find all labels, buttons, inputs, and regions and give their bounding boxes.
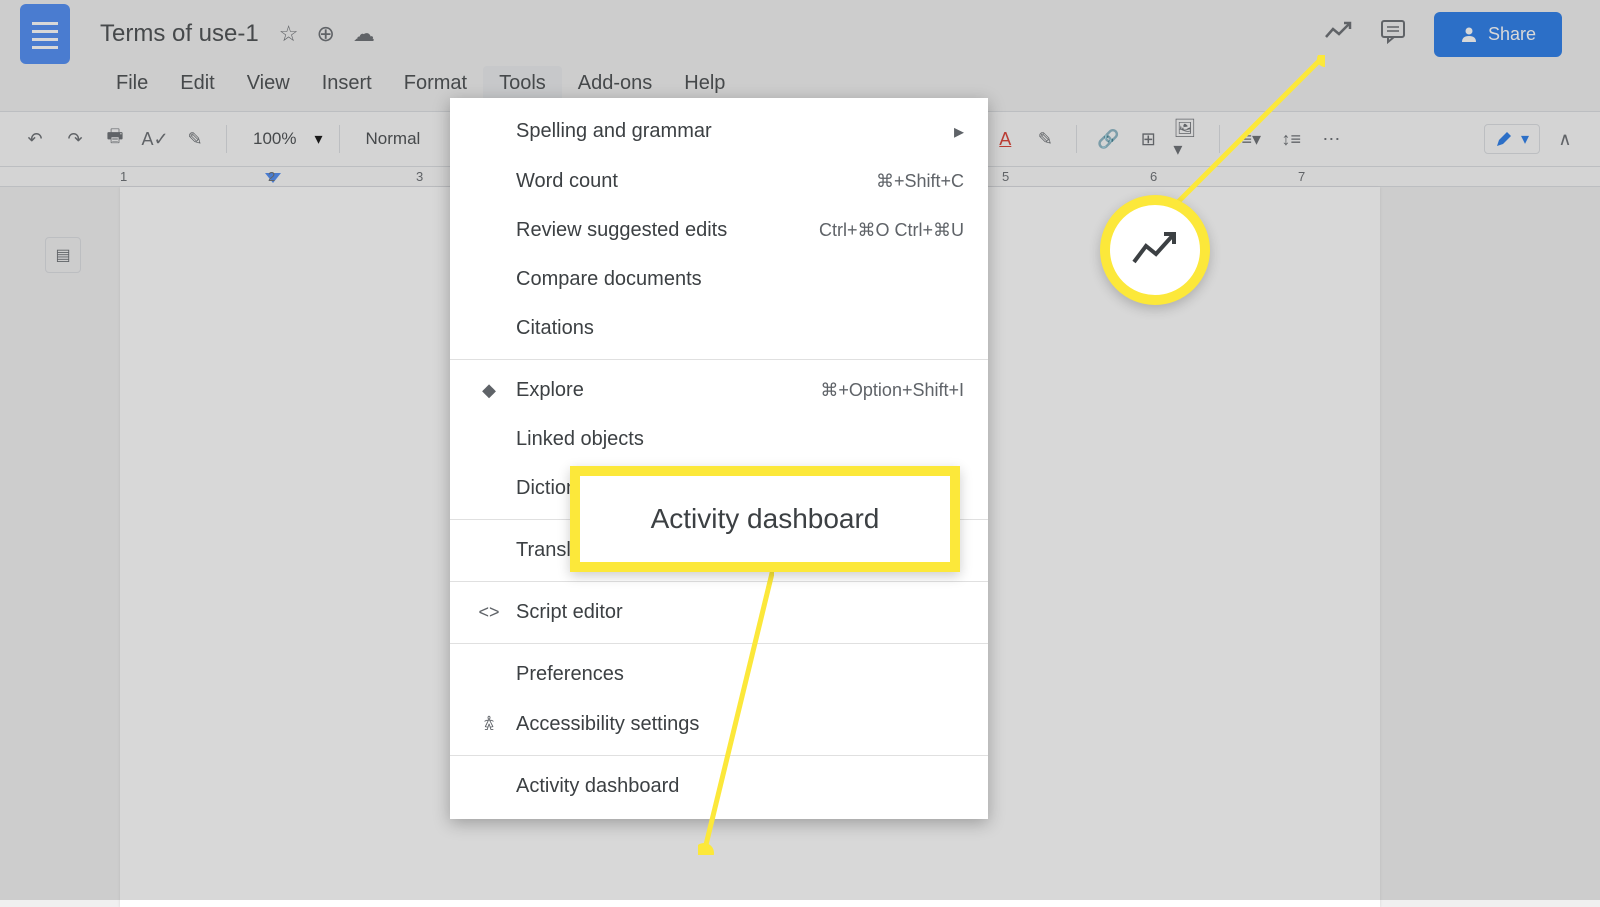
insert-image-button[interactable]: 🖼▾ (1173, 124, 1203, 154)
tools-preferences[interactable]: Preferences (450, 650, 988, 699)
menu-insert[interactable]: Insert (306, 66, 388, 101)
insert-link-button[interactable]: 🔗 (1093, 124, 1123, 154)
activity-dashboard-icon[interactable] (1324, 20, 1352, 48)
callout-box: Activity dashboard (570, 466, 960, 572)
line-spacing-button[interactable]: ↕≡ (1276, 124, 1306, 154)
tools-linked-objects[interactable]: Linked objects (450, 415, 988, 464)
trending-up-icon (1130, 225, 1180, 275)
ruler-tick: 3 (416, 169, 423, 184)
share-label: Share (1488, 24, 1536, 45)
docs-logo-icon[interactable] (20, 4, 70, 64)
chevron-right-icon: ▸ (954, 119, 964, 144)
accessibility-icon: 𖠋 (474, 712, 504, 736)
text-color-button[interactable]: A (990, 124, 1020, 154)
editing-mode-button[interactable]: ▾ (1484, 124, 1540, 154)
tools-spelling[interactable]: Spelling and grammar▸ (450, 106, 988, 157)
star-icon[interactable]: ☆ (279, 21, 299, 47)
menu-addons[interactable]: Add-ons (562, 66, 669, 101)
ruler-tick: 7 (1298, 169, 1305, 184)
share-button[interactable]: Share (1434, 12, 1562, 57)
menu-view[interactable]: View (231, 66, 306, 101)
align-button[interactable]: ≡▾ (1236, 124, 1266, 154)
ruler-tick: 2 (268, 169, 275, 184)
add-comment-button[interactable]: ⊞ (1133, 124, 1163, 154)
tools-accessibility[interactable]: 𖠋Accessibility settings (450, 699, 988, 749)
menu-edit[interactable]: Edit (164, 66, 230, 101)
explore-icon: ◆ (474, 380, 504, 401)
tools-review-suggested[interactable]: Review suggested editsCtrl+⌘O Ctrl+⌘U (450, 206, 988, 255)
move-folder-icon[interactable]: ⊕ (316, 21, 334, 47)
tools-activity-dashboard[interactable]: Activity dashboard (450, 762, 988, 811)
callout-label: Activity dashboard (651, 503, 880, 535)
zoom-select[interactable]: 100%▾ (243, 129, 323, 149)
script-icon: <> (474, 602, 504, 623)
menu-tools[interactable]: Tools (483, 66, 562, 101)
menu-format[interactable]: Format (388, 66, 483, 101)
undo-button[interactable]: ↶ (20, 124, 50, 154)
ruler-tick: 1 (120, 169, 127, 184)
paragraph-style-select[interactable]: Normal (356, 129, 431, 149)
print-button[interactable]: 🖶 (100, 124, 130, 154)
tools-script-editor[interactable]: <>Script editor (450, 588, 988, 637)
highlight-color-button[interactable]: ✎ (1030, 124, 1060, 154)
callout-circle (1100, 195, 1210, 305)
outline-toggle-button[interactable]: ▤ (45, 237, 81, 273)
menu-file[interactable]: File (100, 66, 164, 101)
tools-compare[interactable]: Compare documents (450, 255, 988, 304)
paint-format-button[interactable]: ✎ (180, 124, 210, 154)
tools-explore[interactable]: ◆Explore⌘+Option+Shift+I (450, 366, 988, 415)
cloud-status-icon[interactable]: ☁ (353, 21, 375, 47)
title-bar: Terms of use-1 ☆ ⊕ ☁ Share (0, 0, 1600, 60)
tools-citations[interactable]: Citations (450, 304, 988, 353)
spellcheck-button[interactable]: A✓ (140, 124, 170, 154)
comments-icon[interactable] (1380, 18, 1406, 51)
person-icon (1460, 25, 1478, 43)
pencil-icon (1495, 130, 1513, 148)
more-button[interactable]: ⋯ (1316, 124, 1346, 154)
redo-button[interactable]: ↷ (60, 124, 90, 154)
ruler-tick: 6 (1150, 169, 1157, 184)
tools-word-count[interactable]: Word count⌘+Shift+C (450, 157, 988, 206)
menu-help[interactable]: Help (668, 66, 741, 101)
tools-dropdown: Spelling and grammar▸ Word count⌘+Shift+… (450, 98, 988, 819)
document-title[interactable]: Terms of use-1 (100, 20, 259, 48)
collapse-toolbar-button[interactable]: ∧ (1550, 124, 1580, 154)
ruler-tick: 5 (1002, 169, 1009, 184)
